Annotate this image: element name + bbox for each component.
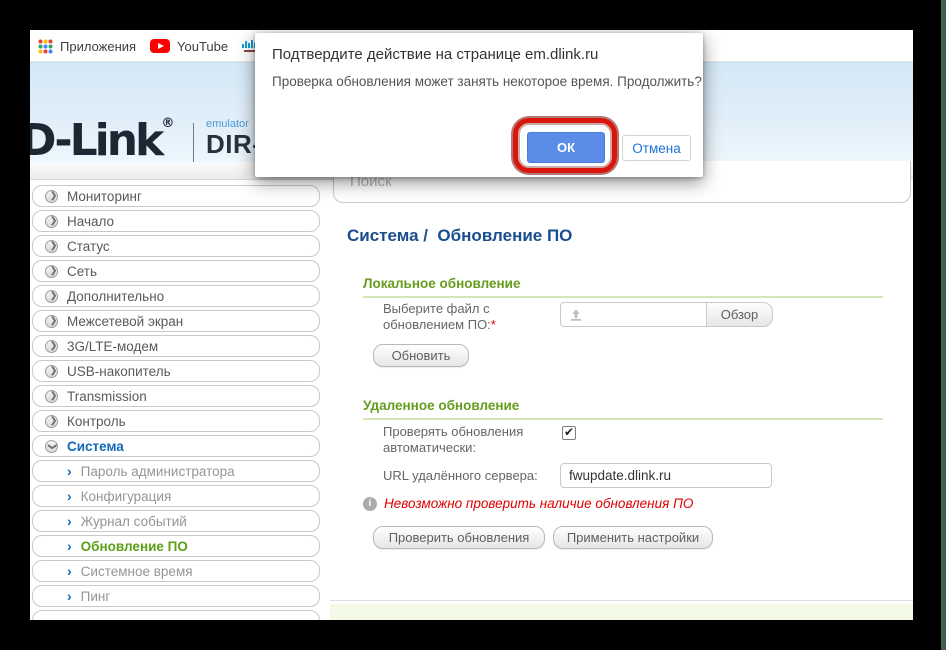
bookmark-youtube[interactable]: YouTube bbox=[150, 30, 228, 62]
sidebar-item-firewall[interactable]: Межсетевой экран bbox=[32, 310, 320, 332]
bookmark-youtube-label: YouTube bbox=[177, 39, 228, 54]
arrow-right-icon bbox=[67, 516, 72, 526]
chevron-right-circle-icon bbox=[45, 315, 58, 328]
firmware-file-input[interactable] bbox=[560, 302, 706, 327]
sidebar-subitem-configuration[interactable]: Конфигурация bbox=[32, 485, 320, 507]
sidebar-item-advanced[interactable]: Дополнительно bbox=[32, 285, 320, 307]
sidebar-subitem-partial[interactable] bbox=[32, 610, 320, 620]
sidebar-subitem-admin-password[interactable]: Пароль администратора bbox=[32, 460, 320, 482]
apply-settings-button[interactable]: Применить настройки bbox=[553, 526, 713, 549]
error-message: Невозможно проверить наличие обновления … bbox=[384, 496, 693, 511]
sidebar-item-home[interactable]: Начало bbox=[32, 210, 320, 232]
footer-divider bbox=[330, 600, 913, 601]
update-button[interactable]: Обновить bbox=[373, 344, 469, 367]
required-mark: * bbox=[491, 317, 496, 332]
arrow-right-icon bbox=[67, 566, 72, 576]
arrow-right-icon bbox=[67, 491, 72, 501]
sidebar-subitem-ping[interactable]: Пинг bbox=[32, 585, 320, 607]
sidebar-item-network[interactable]: Сеть bbox=[32, 260, 320, 282]
chevron-down-circle-icon bbox=[45, 440, 58, 453]
sidebar-subitem-firmware-update[interactable]: Обновление ПО bbox=[32, 535, 320, 557]
sidebar-item-monitoring[interactable]: Мониторинг bbox=[32, 185, 320, 207]
chevron-right-circle-icon bbox=[45, 415, 58, 428]
chevron-right-circle-icon bbox=[45, 340, 58, 353]
chevron-right-circle-icon bbox=[45, 265, 58, 278]
browse-button[interactable]: Обзор bbox=[706, 302, 773, 327]
server-url-input[interactable] bbox=[560, 463, 772, 488]
screenshot-edge-strip bbox=[941, 0, 946, 650]
sidebar-item-transmission[interactable]: Transmission bbox=[32, 385, 320, 407]
remote-update-heading: Удаленное обновление bbox=[363, 398, 883, 420]
chevron-right-circle-icon bbox=[45, 215, 58, 228]
confirm-dialog: Подтвердите действие на странице em.dlin… bbox=[255, 33, 703, 177]
info-icon bbox=[363, 497, 377, 511]
dlink-logo: D-Link® bbox=[30, 115, 174, 166]
sidebar-subitem-system-time[interactable]: Системное время bbox=[32, 560, 320, 582]
firmware-file-control: Обзор bbox=[560, 302, 773, 327]
youtube-icon bbox=[150, 39, 170, 53]
sidebar-item-usb-storage[interactable]: USB-накопитель bbox=[32, 360, 320, 382]
auto-check-checkbox[interactable] bbox=[562, 426, 576, 440]
cancel-button[interactable]: Отмена bbox=[622, 135, 691, 161]
upload-icon bbox=[569, 308, 583, 322]
page-title: Система / Обновление ПО bbox=[347, 226, 572, 246]
chevron-right-circle-icon bbox=[45, 190, 58, 203]
error-row: Невозможно проверить наличие обновления … bbox=[363, 496, 693, 511]
apps-grid-icon bbox=[38, 39, 53, 54]
bookmark-apps[interactable]: Приложения bbox=[38, 30, 136, 62]
router-model: DIR- bbox=[206, 129, 261, 160]
sidebar-item-status[interactable]: Статус bbox=[32, 235, 320, 257]
bookmark-apps-label: Приложения bbox=[60, 39, 136, 54]
chevron-right-circle-icon bbox=[45, 290, 58, 303]
registered-mark: ® bbox=[161, 116, 174, 131]
auto-check-label: Проверять обновления автоматически: bbox=[383, 424, 563, 456]
sidebar-subitem-event-log[interactable]: Журнал событий bbox=[32, 510, 320, 532]
arrow-right-icon bbox=[67, 591, 72, 601]
chevron-right-circle-icon bbox=[45, 390, 58, 403]
file-label: Выберите файл с обновлением ПО:* bbox=[383, 301, 543, 333]
screenshot-stage: Приложения YouTube D-Link® Building Netw… bbox=[0, 0, 946, 650]
sidebar-item-control[interactable]: Контроль bbox=[32, 410, 320, 432]
sidebar-item-system[interactable]: Система bbox=[32, 435, 320, 457]
arrow-right-icon bbox=[67, 541, 72, 551]
dialog-title: Подтвердите действие на странице em.dlin… bbox=[272, 46, 598, 63]
chevron-right-circle-icon bbox=[45, 365, 58, 378]
sidebar-menu: Мониторинг Начало Статус Сеть Дополнител… bbox=[32, 185, 320, 620]
chevron-right-circle-icon bbox=[45, 240, 58, 253]
local-update-heading: Локальное обновление bbox=[363, 276, 883, 298]
arrow-right-icon bbox=[67, 466, 72, 476]
dialog-message: Проверка обновления может занять некотор… bbox=[272, 74, 702, 89]
url-label: URL удалённого сервера: bbox=[383, 468, 573, 484]
sidebar-item-3g-lte-modem[interactable]: 3G/LTE-модем bbox=[32, 335, 320, 357]
check-updates-button[interactable]: Проверить обновления bbox=[373, 526, 545, 549]
footer-strip bbox=[330, 604, 913, 620]
annotation-highlight-circle bbox=[513, 118, 617, 173]
